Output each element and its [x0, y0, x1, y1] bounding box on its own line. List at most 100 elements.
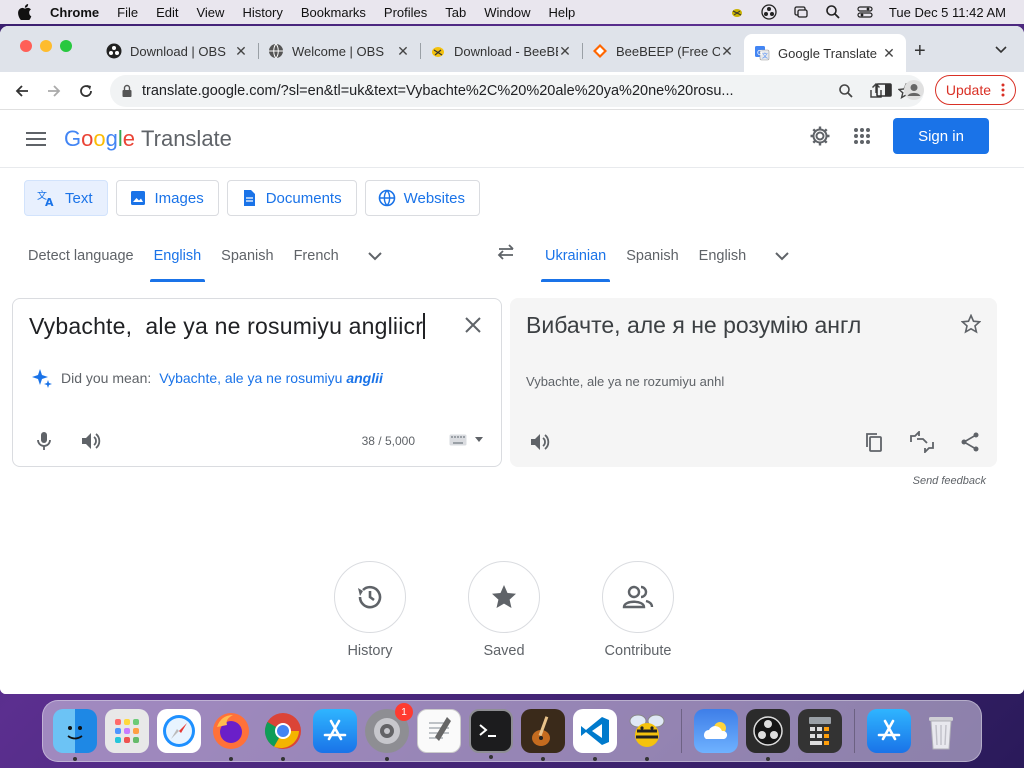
target-lang-spanish[interactable]: Spanish [618, 238, 686, 274]
source-lang-french[interactable]: French [286, 238, 347, 274]
search-icon[interactable] [838, 83, 854, 99]
quick-actions: History Saved Contribute [334, 561, 674, 659]
minimize-window-button[interactable] [40, 40, 52, 52]
saved-action[interactable]: Saved [468, 561, 540, 659]
firefox-icon[interactable] [209, 709, 253, 761]
terminal-icon[interactable] [469, 709, 513, 759]
trash-icon[interactable] [919, 709, 963, 753]
contribute-button[interactable] [602, 561, 674, 633]
obs-app-icon[interactable] [746, 709, 790, 761]
mode-text-button[interactable]: 文A Text [24, 180, 108, 216]
google-translate-icon: G文 [754, 45, 770, 61]
tab-close-icon[interactable]: ✕ [396, 43, 410, 60]
save-translation-star-icon[interactable] [961, 314, 981, 334]
tab-close-icon[interactable]: ✕ [882, 45, 896, 62]
obs-status-icon[interactable] [761, 4, 777, 20]
send-feedback-link[interactable]: Send feedback [913, 475, 986, 487]
apple-icon[interactable] [18, 4, 32, 20]
menu-edit[interactable]: Edit [156, 5, 178, 20]
beebeep-app-icon[interactable] [625, 709, 669, 761]
mode-documents-button[interactable]: Documents [226, 180, 357, 216]
input-tools-button[interactable] [449, 434, 483, 446]
target-lang-english[interactable]: English [691, 238, 755, 274]
swap-languages-icon[interactable] [492, 238, 520, 266]
history-action[interactable]: History [334, 561, 406, 659]
clear-source-icon[interactable] [463, 315, 483, 335]
menu-view[interactable]: View [196, 5, 224, 20]
contribute-action[interactable]: Contribute [602, 561, 674, 659]
target-lang-ukrainian[interactable]: Ukrainian [537, 238, 614, 282]
beebeep-status-icon[interactable] [729, 4, 745, 20]
rate-translation-icon[interactable] [909, 431, 935, 453]
app-store-icon[interactable] [313, 709, 357, 753]
tab-download-obs[interactable]: Download | OBS ✕ [96, 34, 258, 68]
settings-gear-icon[interactable] [809, 125, 831, 147]
people-icon [622, 585, 654, 609]
safari-icon[interactable] [157, 709, 201, 753]
menu-history[interactable]: History [242, 5, 282, 20]
source-textarea[interactable]: Vybachte, ale ya ne rosumiyu angliicr [29, 313, 425, 340]
weather-icon[interactable] [694, 709, 738, 753]
reload-icon[interactable] [70, 75, 102, 107]
url-text[interactable]: translate.google.com/?sl=en&tl=uk&text=V… [142, 83, 838, 99]
app-store-downloads-icon[interactable] [867, 709, 911, 753]
chrome-icon[interactable] [261, 709, 305, 761]
menu-window[interactable]: Window [484, 5, 530, 20]
profile-avatar-icon[interactable] [903, 79, 925, 101]
close-window-button[interactable] [20, 40, 32, 52]
mode-images-button[interactable]: Images [115, 180, 219, 216]
source-lang-spanish[interactable]: Spanish [213, 238, 281, 274]
instruments-icon[interactable] [521, 709, 565, 761]
tab-google-translate[interactable]: G文 Google Translate ✕ [744, 34, 906, 72]
tab-close-icon[interactable]: ✕ [720, 43, 734, 60]
menu-bookmarks[interactable]: Bookmarks [301, 5, 366, 20]
menu-file[interactable]: File [117, 5, 138, 20]
share-translation-icon[interactable] [959, 431, 981, 453]
copy-translation-icon[interactable] [863, 431, 885, 453]
lock-icon[interactable] [120, 84, 134, 98]
zoom-window-button[interactable] [60, 40, 72, 52]
launchpad-icon[interactable] [105, 709, 149, 753]
forward-icon[interactable] [38, 75, 70, 107]
side-panel-icon[interactable] [875, 81, 893, 99]
control-center-icon[interactable] [857, 4, 873, 20]
source-lang-detect[interactable]: Detect language [20, 238, 142, 274]
menu-app-chrome[interactable]: Chrome [50, 5, 99, 20]
history-button[interactable] [334, 561, 406, 633]
saved-button[interactable] [468, 561, 540, 633]
tab-search-chevron-icon[interactable] [994, 42, 1008, 56]
calculator-icon[interactable] [798, 709, 842, 753]
new-tab-icon[interactable]: + [914, 40, 926, 63]
tab-close-icon[interactable]: ✕ [558, 43, 572, 60]
screen-mirroring-icon[interactable] [793, 4, 809, 20]
address-bar[interactable]: translate.google.com/?sl=en&tl=uk&text=V… [110, 75, 924, 107]
source-lang-english[interactable]: English [146, 238, 210, 282]
tab-close-icon[interactable]: ✕ [234, 43, 248, 60]
mode-websites-button[interactable]: Websites [364, 180, 481, 216]
chevron-down-icon[interactable] [363, 244, 387, 268]
sign-in-button[interactable]: Sign in [893, 118, 989, 154]
tab-beebeep-sourceforge[interactable]: BeeBEEP (Free Office Messenger) ✕ [582, 34, 744, 68]
google-apps-icon[interactable] [853, 127, 871, 145]
spotlight-search-icon[interactable] [825, 4, 841, 20]
menubar-clock[interactable]: Tue Dec 5 11:42 AM [889, 5, 1006, 20]
suggestion-link[interactable]: Vybachte, ale ya ne rosumiyu anglii [159, 370, 383, 386]
textedit-icon[interactable] [417, 709, 461, 753]
menu-tab[interactable]: Tab [445, 5, 466, 20]
main-menu-icon[interactable] [26, 131, 46, 146]
update-button[interactable]: Update [934, 75, 1016, 105]
vscode-icon[interactable] [573, 709, 617, 761]
chevron-down-icon[interactable] [770, 244, 794, 268]
back-icon[interactable] [6, 75, 38, 107]
listen-translation-icon[interactable] [528, 431, 550, 453]
menu-help[interactable]: Help [549, 5, 576, 20]
tab-welcome-obs[interactable]: Welcome | OBS ✕ [258, 34, 420, 68]
finder-icon[interactable] [53, 709, 97, 761]
google-translate-logo[interactable]: Google Translate [64, 126, 232, 152]
system-settings-icon[interactable]: 1 [365, 703, 413, 761]
tab-download-beebeep[interactable]: Download - BeeBEEP ✕ [420, 34, 582, 68]
menu-profiles[interactable]: Profiles [384, 5, 427, 20]
listen-source-icon[interactable] [79, 430, 101, 452]
microphone-icon[interactable] [33, 430, 55, 452]
suggestion-emphasis: anglii [346, 370, 383, 386]
